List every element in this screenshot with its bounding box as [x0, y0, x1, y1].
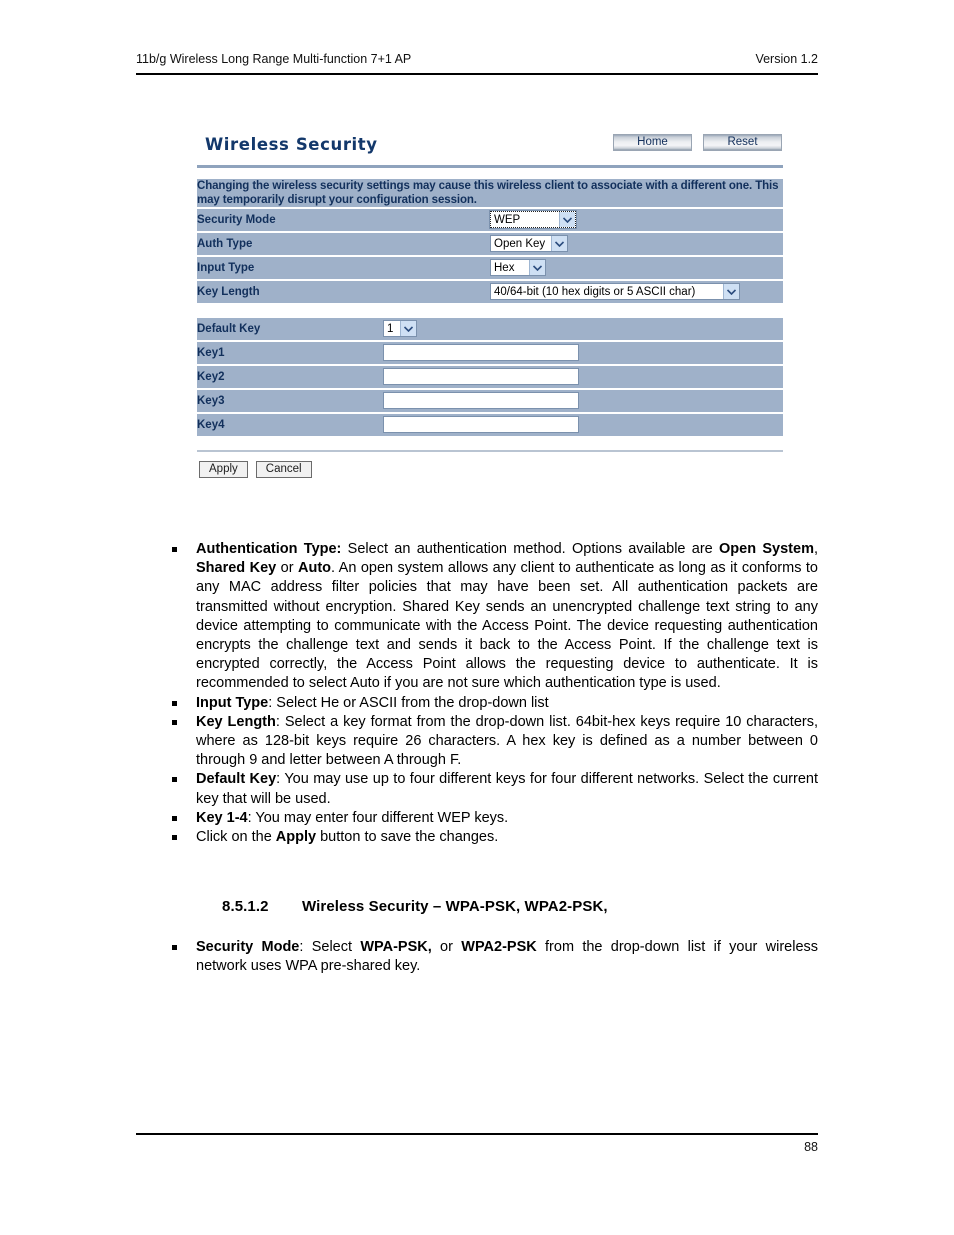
auth-type-value: Open Key: [494, 237, 546, 250]
label-security-mode: Security Mode: [197, 209, 490, 231]
bullet-lead-authentication-type: Authentication Type:: [196, 541, 342, 557]
bullet-bold-apply: Apply: [275, 829, 317, 846]
bullet-list: Authentication Type: Select an authentic…: [160, 540, 818, 847]
bullet-lead-key-length: Key Length: [196, 713, 276, 730]
list-item: Input Type: Select He or ASCII from the …: [160, 694, 818, 713]
actions-divider: [197, 450, 783, 452]
key-length-select[interactable]: 40/64-bit (10 hex digits or 5 ASCII char…: [490, 283, 740, 301]
table-row-key-length: Key Length 40/64-bit (10 hex digits or 5…: [197, 281, 783, 303]
bullet-lead-security-mode: Security Mode: [196, 939, 300, 955]
key4-input[interactable]: [383, 416, 579, 434]
form-actions: Apply Cancel: [197, 461, 783, 482]
page-number: 88: [804, 1140, 818, 1154]
label-key1: Key1: [197, 342, 383, 364]
auth-type-select[interactable]: Open Key: [490, 235, 568, 253]
list-item: Click on the Apply button to save the ch…: [160, 828, 818, 847]
bullet-text: or: [431, 939, 462, 955]
list-item: Key Length: Select a key format from the…: [160, 713, 818, 771]
bullet-text: : Select a key format from the drop-down…: [196, 713, 819, 769]
table-row-key2: Key2: [197, 366, 783, 388]
title-divider: [197, 165, 783, 168]
security-mode-select[interactable]: WEP: [489, 210, 577, 230]
chevron-down-icon: [559, 212, 575, 228]
home-button[interactable]: Home: [613, 134, 692, 151]
label-key-length: Key Length: [197, 281, 490, 303]
bullet-text: . An open system allows any client to au…: [196, 560, 818, 692]
screenshot-page-title: Wireless Security: [205, 135, 378, 154]
chevron-down-icon: [400, 321, 416, 337]
label-input-type: Input Type: [197, 257, 490, 279]
table-gap: [197, 305, 783, 316]
bullet-bold-wpa-psk: WPA-PSK,: [360, 939, 432, 955]
list-item: Security Mode: Select WPA-PSK, or WPA2-P…: [160, 938, 818, 976]
key-length-value: 40/64-bit (10 hex digits or 5 ASCII char…: [494, 285, 696, 298]
bullet-lead-default-key: Default Key: [196, 771, 277, 788]
key1-input[interactable]: [383, 344, 579, 362]
key3-input[interactable]: [383, 392, 579, 410]
section-heading: 8.5.1.2 Wireless Security – WPA-PSK, WPA2…: [222, 898, 608, 915]
section-number: 8.5.1.2: [222, 898, 269, 915]
bullet-text: : Select He or ASCII from the drop-down …: [268, 694, 549, 711]
header-version: Version 1.2: [755, 52, 818, 66]
bullet-bold-open-system: Open System: [719, 541, 814, 557]
bullet-text: or: [276, 560, 298, 577]
table-row-key4: Key4: [197, 414, 783, 436]
table-row-auth-type: Auth Type Open Key: [197, 233, 783, 255]
footer-divider: [136, 1133, 818, 1135]
label-key4: Key4: [197, 414, 383, 436]
body-text: Authentication Type: Select an authentic…: [160, 540, 818, 847]
input-type-value: Hex: [494, 261, 515, 274]
bullet-text: ,: [813, 541, 818, 557]
table-row-key1: Key1: [197, 342, 783, 364]
bullet-text: Click on the: [196, 829, 276, 846]
label-key2: Key2: [197, 366, 383, 388]
bullet-lead-key-1-4: Key 1-4: [196, 809, 248, 826]
bullet-text: button to save the changes.: [316, 829, 499, 846]
label-auth-type: Auth Type: [197, 233, 490, 255]
bullet-bold-wpa2-psk: WPA2-PSK: [461, 939, 537, 955]
bullet-text: Select an authentication method. Options…: [341, 541, 720, 557]
list-item: Key 1-4: You may enter four different WE…: [160, 809, 818, 828]
label-key3: Key3: [197, 390, 383, 412]
bullet-bold-shared-key: Shared Key: [196, 560, 277, 577]
bullet-list-secondary: Security Mode: Select WPA-PSK, or WPA2-P…: [160, 938, 818, 976]
page-header: 11b/g Wireless Long Range Multi-function…: [136, 52, 818, 66]
bullet-text: : You may enter four different WEP keys.: [247, 809, 509, 826]
table-row-input-type: Input Type Hex: [197, 257, 783, 279]
default-key-select[interactable]: 1: [383, 320, 417, 338]
apply-button[interactable]: Apply: [199, 461, 248, 478]
security-mode-value: WEP: [494, 213, 521, 226]
notice-text: Changing the wireless security settings …: [197, 179, 783, 207]
table-row-security-mode: Security Mode WEP: [197, 209, 783, 231]
chevron-down-icon: [551, 236, 568, 252]
input-type-select[interactable]: Hex: [490, 259, 546, 277]
screenshot-titlebar: Wireless Security Home Reset: [197, 133, 783, 163]
header-document-title: 11b/g Wireless Long Range Multi-function…: [136, 52, 412, 66]
bullet-text: : Select: [299, 939, 361, 955]
wireless-security-screenshot: Wireless Security Home Reset Changing th…: [197, 133, 783, 482]
wep-keys-table: Default Key 1 Key1 Key2 Key3 Key4: [197, 316, 783, 438]
chevron-down-icon: [723, 284, 739, 300]
screenshot-toolbar: Home Reset: [613, 133, 783, 151]
header-divider: [136, 73, 818, 75]
notice-row: Changing the wireless security settings …: [197, 179, 783, 207]
list-item: Authentication Type: Select an authentic…: [160, 540, 818, 694]
bullet-text: : You may use up to four different keys …: [196, 771, 818, 807]
cancel-button[interactable]: Cancel: [255, 461, 312, 478]
bullet-bold-auto: Auto: [297, 560, 331, 577]
label-default-key: Default Key: [197, 318, 383, 340]
security-settings-table: Changing the wireless security settings …: [197, 177, 783, 305]
chevron-down-icon: [529, 260, 545, 276]
bullet-lead-input-type: Input Type: [196, 694, 269, 711]
key2-input[interactable]: [383, 368, 579, 386]
reset-button[interactable]: Reset: [703, 134, 782, 151]
table-row-key3: Key3: [197, 390, 783, 412]
default-key-value: 1: [387, 322, 394, 335]
section-title: Wireless Security – WPA-PSK, WPA2-PSK,: [302, 898, 608, 915]
list-item: Default Key: You may use up to four diff…: [160, 770, 818, 808]
body-text-secondary: Security Mode: Select WPA-PSK, or WPA2-P…: [160, 938, 818, 976]
table-row-default-key: Default Key 1: [197, 318, 783, 340]
